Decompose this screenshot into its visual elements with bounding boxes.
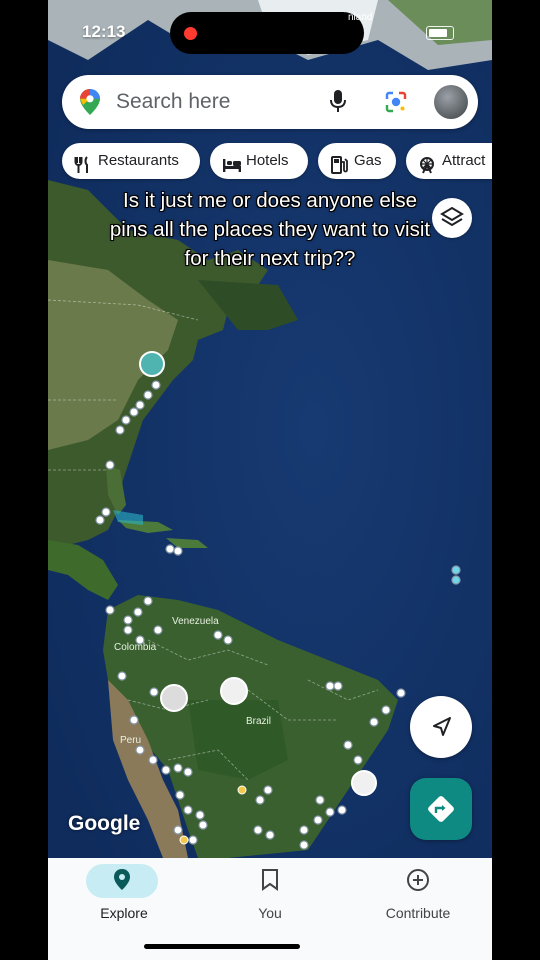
tab-contribute[interactable]: Contribute <box>358 858 478 938</box>
tab-explore-label: Explore <box>100 905 148 921</box>
dynamic-island <box>170 12 364 54</box>
map-label-peru: Peru <box>120 735 142 746</box>
caption-line-2: pins all the places they want to visit <box>109 218 431 241</box>
tab-contribute-label: Contribute <box>385 905 451 921</box>
gas-pump-icon <box>330 152 348 188</box>
avatar[interactable] <box>434 85 468 119</box>
tab-you-label: You <box>258 905 282 921</box>
navigation-arrow-icon <box>433 717 451 736</box>
home-indicator <box>144 944 300 949</box>
map-label-brazil: Brazil <box>246 716 272 727</box>
search-bar[interactable]: Search here <box>62 75 478 129</box>
search-input[interactable]: Search here <box>116 90 230 114</box>
tab-you[interactable]: You <box>210 858 330 938</box>
location-pin-icon <box>112 868 132 897</box>
ferris-wheel-icon <box>418 152 436 188</box>
chip-gas[interactable]: Gas <box>318 143 396 179</box>
status-top-right: nland <box>348 12 373 23</box>
tab-explore[interactable]: Explore <box>64 858 184 938</box>
google-logo: Google <box>68 812 141 835</box>
chip-restaurants[interactable]: Restaurants <box>62 143 200 179</box>
bookmark-icon <box>260 868 280 897</box>
add-circle-icon <box>406 868 430 897</box>
directions-icon <box>428 796 454 822</box>
chip-hotels[interactable]: Hotels <box>210 143 308 179</box>
my-location-button[interactable] <box>410 696 472 758</box>
map-label-venezuela: Venezuela <box>172 616 219 627</box>
google-lens-icon[interactable] <box>384 90 408 119</box>
bed-icon <box>222 152 242 188</box>
caption-line-3: for their next trip?? <box>184 247 356 270</box>
phone-screen: Venezuela Colombia Brazil Peru 12:13 nla… <box>48 0 492 960</box>
status-time: 12:13 <box>82 22 126 41</box>
google-maps-pin-icon <box>80 89 100 120</box>
chip-attractions[interactable]: Attract <box>406 143 492 179</box>
fork-knife-icon <box>74 152 92 188</box>
directions-button[interactable] <box>410 778 472 840</box>
caption-line-1: Is it just me or does anyone else <box>123 189 417 212</box>
map-label-colombia: Colombia <box>114 642 157 653</box>
battery-icon <box>426 26 454 40</box>
recording-dot-icon <box>184 27 197 40</box>
microphone-icon[interactable] <box>330 90 346 119</box>
video-caption: Is it just me or does anyone else pins a… <box>48 186 492 273</box>
